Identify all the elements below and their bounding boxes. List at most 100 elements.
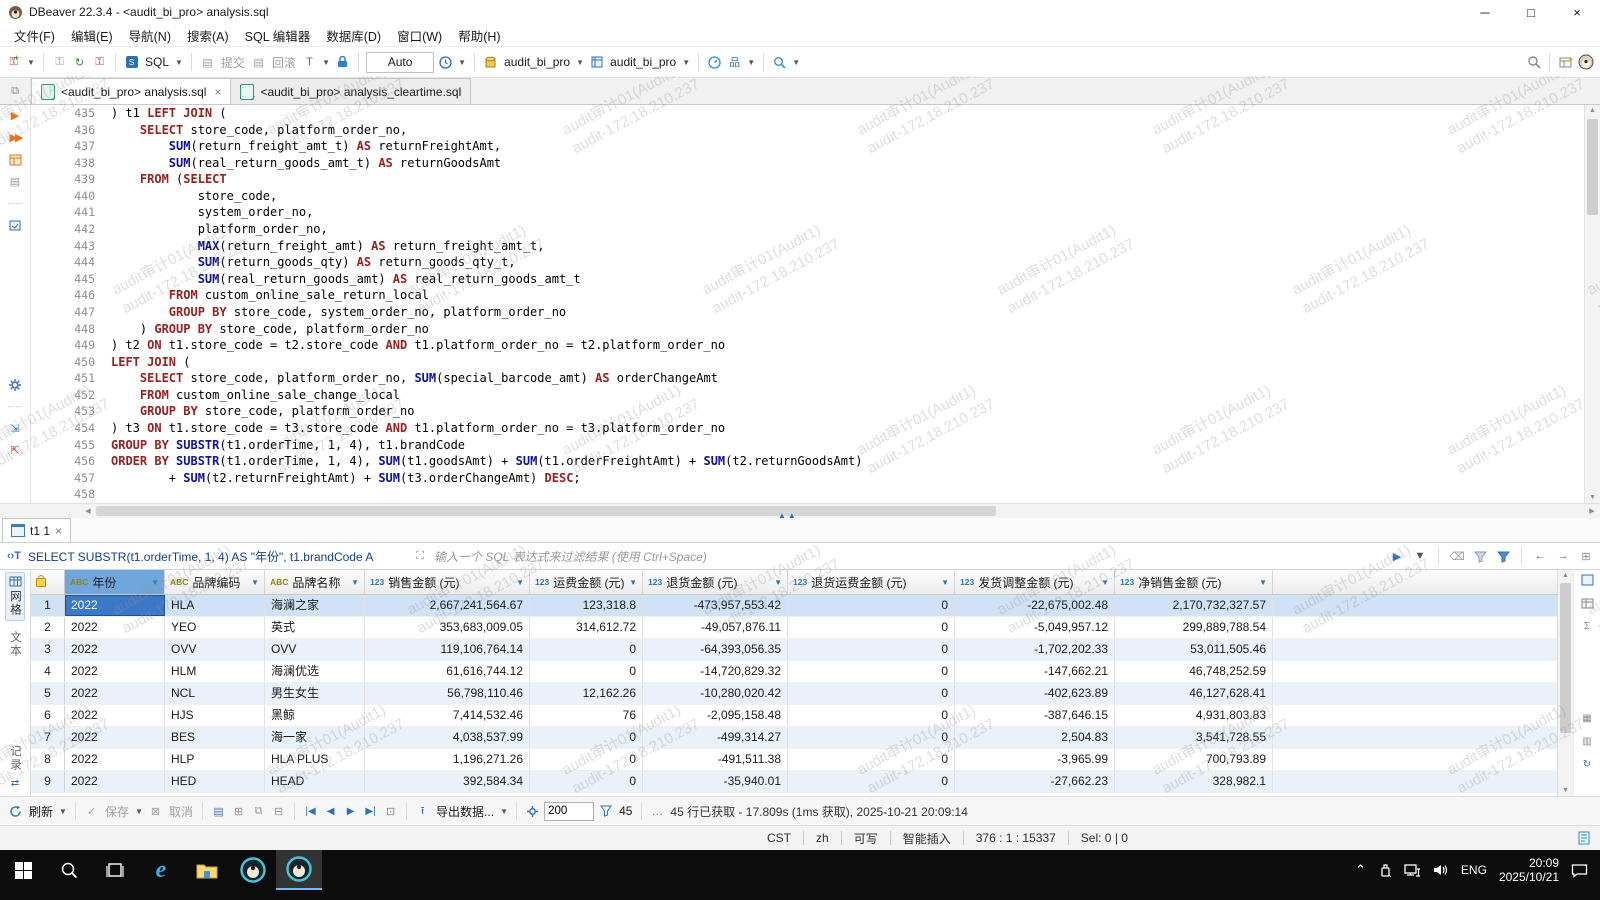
fetch-filter-icon[interactable]: [597, 802, 614, 820]
editor-tab-close-icon[interactable]: ×: [214, 85, 221, 99]
cell[interactable]: 314,612.72: [530, 617, 643, 638]
more-dots2-icon[interactable]: ⋯⋯: [7, 399, 23, 414]
connect-icon[interactable]: ⚿: [51, 53, 68, 71]
column-sort-icon[interactable]: ▼: [1259, 578, 1267, 587]
cell[interactable]: -491,511.38: [643, 749, 788, 770]
sql-editor-label[interactable]: SQL: [143, 55, 171, 69]
cell[interactable]: 0: [788, 727, 955, 748]
cell[interactable]: 0: [530, 727, 643, 748]
cell[interactable]: 0: [788, 705, 955, 726]
fetch-size-input[interactable]: [544, 802, 594, 821]
table-row[interactable]: 92022HEDHEAD392,584.340-35,940.010-27,66…: [31, 771, 1557, 793]
script-doc-icon[interactable]: ▤: [7, 174, 23, 189]
first-row-icon[interactable]: |◀: [302, 802, 319, 820]
expand-filter-icon[interactable]: ⛶: [411, 547, 429, 565]
cell[interactable]: 0: [530, 749, 643, 770]
menu-file[interactable]: 文件(F): [6, 24, 63, 47]
filters-menu-icon[interactable]: [1494, 547, 1512, 565]
cell[interactable]: 海澜之家: [265, 595, 365, 616]
cell[interactable]: -22,675,002.48: [955, 595, 1115, 616]
menu-search[interactable]: 搜索(A): [179, 24, 237, 47]
value-viewer-icon[interactable]: [1580, 573, 1595, 587]
cell[interactable]: 2022: [65, 639, 165, 660]
new-connection-icon[interactable]: ⚿+: [6, 53, 23, 71]
edit-filter-icon[interactable]: [1471, 547, 1489, 565]
volume-icon[interactable]: [1433, 863, 1449, 877]
cell[interactable]: 0: [788, 661, 955, 682]
cell[interactable]: HED: [165, 771, 265, 792]
sql-editor-area[interactable]: ▶ ▶▶ ▤ ⋯⋯ ⋯⋯ ⇲ ⇱ 435) t1 LEFT JOIN (436 …: [0, 105, 1600, 503]
column-sort-icon[interactable]: ▼: [629, 578, 637, 587]
cell[interactable]: 0: [788, 683, 955, 704]
aggregate-panel-icon[interactable]: Σ: [1580, 619, 1595, 633]
cell[interactable]: YEO: [165, 617, 265, 638]
scroll-down-icon[interactable]: ▼: [1585, 494, 1600, 501]
cell[interactable]: 0: [788, 749, 955, 770]
database-dropdown-icon[interactable]: ▼: [575, 53, 585, 71]
cell[interactable]: 2022: [65, 771, 165, 792]
column-header-5[interactable]: 123退货金额 (元)▼: [643, 570, 788, 594]
sql-editor-icon[interactable]: S: [123, 53, 140, 71]
cell[interactable]: 46,127,628.41: [1115, 683, 1273, 704]
scroll-up-icon[interactable]: ▲: [1585, 107, 1600, 114]
commit-icon[interactable]: ▤: [199, 53, 216, 71]
cell[interactable]: 123,318.8: [530, 595, 643, 616]
dbeaver-taskbar-icon[interactable]: [230, 850, 276, 890]
cell[interactable]: -1,702,202.33: [955, 639, 1115, 660]
cell[interactable]: 299,889,788.54: [1115, 617, 1273, 638]
refresh-label[interactable]: 刷新: [27, 803, 55, 820]
column-header-3[interactable]: 123销售金额 (元)▼: [365, 570, 530, 594]
history-back-icon[interactable]: ←: [1531, 547, 1549, 565]
cell[interactable]: 0: [788, 617, 955, 638]
duplicate-row-icon[interactable]: ⧉: [250, 802, 267, 820]
cell[interactable]: 黑鲸: [265, 705, 365, 726]
cell[interactable]: -10,280,020.42: [643, 683, 788, 704]
column-sort-icon[interactable]: ▼: [251, 578, 259, 587]
column-header-4[interactable]: 123运费金额 (元)▼: [530, 570, 643, 594]
cell[interactable]: 7,414,532.46: [365, 705, 530, 726]
table-row[interactable]: 22022YEO英式353,683,009.05314,612.72-49,05…: [31, 617, 1557, 639]
table-row[interactable]: 12022HLA海澜之家2,667,241,564.67123,318.8-47…: [31, 595, 1557, 617]
cell[interactable]: 700,793.89: [1115, 749, 1273, 770]
column-sort-icon[interactable]: ▼: [941, 578, 949, 587]
column-header-6[interactable]: 123退货运费金额 (元)▼: [788, 570, 955, 594]
search-icon[interactable]: [771, 53, 788, 71]
cell[interactable]: 2,504.83: [955, 727, 1115, 748]
transaction-mode-icon[interactable]: T: [301, 53, 318, 71]
menu-database[interactable]: 数据库(D): [318, 24, 389, 47]
schema-selector[interactable]: audit_bi_pro: [608, 55, 678, 69]
prev-row-icon[interactable]: ◀: [322, 802, 339, 820]
delete-row-icon[interactable]: ⊟: [270, 802, 287, 820]
cell[interactable]: HEAD: [265, 771, 365, 792]
taskbar-clock[interactable]: 20:09 2025/10/21: [1499, 856, 1559, 884]
menu-navigate[interactable]: 导航(N): [121, 24, 179, 47]
cell[interactable]: 3,541,728.55: [1115, 727, 1273, 748]
cell[interactable]: 119,106,764.14: [365, 639, 530, 660]
table-row[interactable]: 72022BES海一家4,038,537.990-499,314.2702,50…: [31, 727, 1557, 749]
results-tab-close-icon[interactable]: ×: [55, 524, 62, 538]
cell[interactable]: 0: [530, 771, 643, 792]
text-view-tab[interactable]: 文本: [7, 631, 23, 658]
panel-toggle-icon[interactable]: ⊞: [1577, 547, 1595, 565]
cell[interactable]: HLA PLUS: [265, 749, 365, 770]
new-connection-dropdown-icon[interactable]: ▼: [26, 53, 36, 71]
editor-hscrollbar[interactable]: ◀ ▶: [0, 503, 1600, 518]
scroll-right-icon[interactable]: ▶: [1584, 507, 1600, 515]
cell[interactable]: 1,196,271.26: [365, 749, 530, 770]
refresh-dropdown-icon[interactable]: ▼: [58, 802, 68, 820]
grid-settings-gear-icon[interactable]: [524, 802, 541, 820]
grid-scroll-up-icon[interactable]: ▲: [1558, 572, 1573, 579]
dbeaver-taskbar-icon-active[interactable]: [276, 850, 322, 890]
schema-icon[interactable]: [588, 53, 605, 71]
row-number[interactable]: 7: [31, 727, 65, 748]
export-dropdown-icon[interactable]: ▼: [499, 802, 509, 820]
task-view-icon[interactable]: [92, 850, 138, 890]
usb-icon[interactable]: [1378, 863, 1392, 878]
goto-row-icon[interactable]: ⊡: [382, 802, 399, 820]
cell[interactable]: 0: [788, 595, 955, 616]
disconnect-icon[interactable]: ⚿: [91, 53, 108, 71]
tray-chevron-icon[interactable]: ⌃: [1355, 862, 1366, 878]
export-label[interactable]: 导出数据...: [434, 803, 496, 820]
ie-icon[interactable]: e: [138, 850, 184, 890]
load-from-file-icon[interactable]: ⇱: [7, 443, 23, 458]
